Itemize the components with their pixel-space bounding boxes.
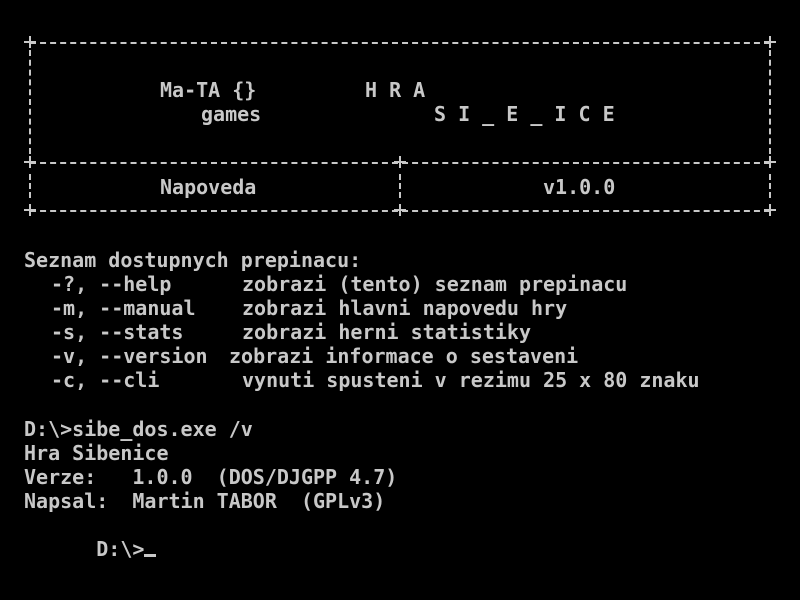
output-name: Hra Sibenice [24,441,169,465]
box-corner-ml [24,156,36,168]
option-switch: -?, --help [51,272,172,296]
output-author: Napsal: Martin TABOR (GPLv3) [24,489,386,513]
prompt-text: D:\> [96,537,145,561]
logo-line-1: Ma-TA {} [160,78,257,102]
option-switch: -v, --version [51,344,208,368]
box-right-side [769,50,772,154]
help-heading: Seznam dostupnych prepinacu: [24,248,362,272]
version-label: v1.0.0 [543,175,616,199]
option-description: zobrazi informace o sestaveni [229,344,579,368]
option-description: zobrazi (tento) seznam prepinacu [242,272,628,296]
option-row: -v, --version zobrazi informace o sestav… [24,344,784,368]
command-prompt[interactable]: D:\> [24,513,157,561]
option-description: zobrazi herni statistiky [242,320,531,344]
box-corner-mr [764,156,776,168]
output-version: Verze: 1.0.0 (DOS/DJGPP 4.7) [24,465,398,489]
box-center-divider [399,174,402,198]
option-switch: -c, --cli [51,368,160,392]
option-switch: -s, --stats [51,320,184,344]
game-title-line-2: S I _ E _ I C E [434,102,615,126]
box-corner-bm [394,204,406,216]
logo-line-2: games [201,102,262,126]
help-label: Napoveda [160,175,257,199]
dos-console[interactable]: Ma-TA {} games H R A S I _ E _ I C E Nap… [0,0,800,600]
box-corner-tl [24,36,36,48]
box-left-side [29,50,32,154]
text-cursor [144,554,157,557]
box-corner-br [764,204,776,216]
command-line: D:\>sibe_dos.exe /v [24,417,253,441]
box-corner-mm [394,156,406,168]
option-row: -c, --cli vynuti spusteni v rezimu 25 x … [24,368,784,392]
box-top-border [30,42,770,44]
option-row: -?, --help zobrazi (tento) seznam prepin… [24,272,784,296]
box-corner-tr [764,36,776,48]
box-corner-bl [24,204,36,216]
option-row: -m, --manual zobrazi hlavni napovedu hry [24,296,784,320]
box-right-side-lower [769,174,772,198]
option-description: vynuti spusteni v rezimu 25 x 80 znaku [242,368,700,392]
option-switch: -m, --manual [51,296,196,320]
game-title-line-1: H R A [365,78,426,102]
option-description: zobrazi hlavni napovedu hry [242,296,568,320]
option-row: -s, --stats zobrazi herni statistiky [24,320,784,344]
box-left-side-lower [29,174,32,198]
